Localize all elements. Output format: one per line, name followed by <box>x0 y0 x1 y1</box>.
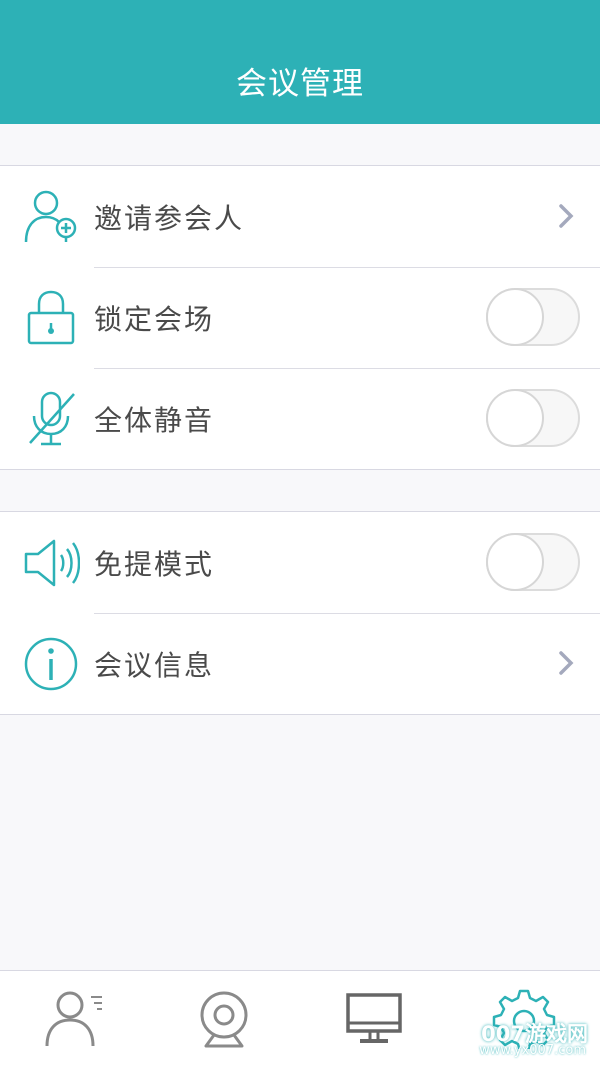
handsfree-label: 免提模式 <box>94 548 215 581</box>
page-title: 会议管理 <box>236 66 364 102</box>
watermark-url: www.yx007.com <box>479 1043 586 1058</box>
mute-all-row: 全体静音 <box>0 368 600 469</box>
handsfree-row: 免提模式 <box>0 512 600 613</box>
monitor-icon[interactable] <box>342 989 406 1049</box>
handsfree-toggle[interactable] <box>486 533 580 591</box>
contacts-icon[interactable] <box>42 989 106 1049</box>
chevron-right-icon[interactable] <box>558 650 574 676</box>
invite-participants-row[interactable]: 邀请参会人 <box>0 166 600 267</box>
mute-all-toggle[interactable] <box>486 389 580 447</box>
lock-venue-row: 锁定会场 <box>0 267 600 368</box>
info-icon <box>24 637 78 691</box>
header-bar: 会议管理 <box>0 0 600 124</box>
settings-group-1: 邀请参会人 锁定会场 全体静音 <box>0 165 600 470</box>
toggle-knob <box>486 533 544 591</box>
toggle-knob <box>486 389 544 447</box>
camera-icon[interactable] <box>192 989 256 1049</box>
mute-microphone-icon <box>29 391 75 446</box>
invite-participants-label: 邀请参会人 <box>94 202 245 235</box>
lock-venue-toggle[interactable] <box>486 288 580 346</box>
settings-group-2: 免提模式 会议信息 <box>0 511 600 715</box>
toggle-knob <box>486 288 544 346</box>
mute-all-label: 全体静音 <box>94 404 215 437</box>
speaker-icon <box>24 539 80 587</box>
lock-venue-label: 锁定会场 <box>94 303 215 336</box>
lock-icon <box>27 290 75 345</box>
chevron-right-icon[interactable] <box>558 203 574 229</box>
add-user-icon <box>24 190 77 243</box>
meeting-info-label: 会议信息 <box>94 649 215 682</box>
meeting-info-row[interactable]: 会议信息 <box>0 613 600 714</box>
